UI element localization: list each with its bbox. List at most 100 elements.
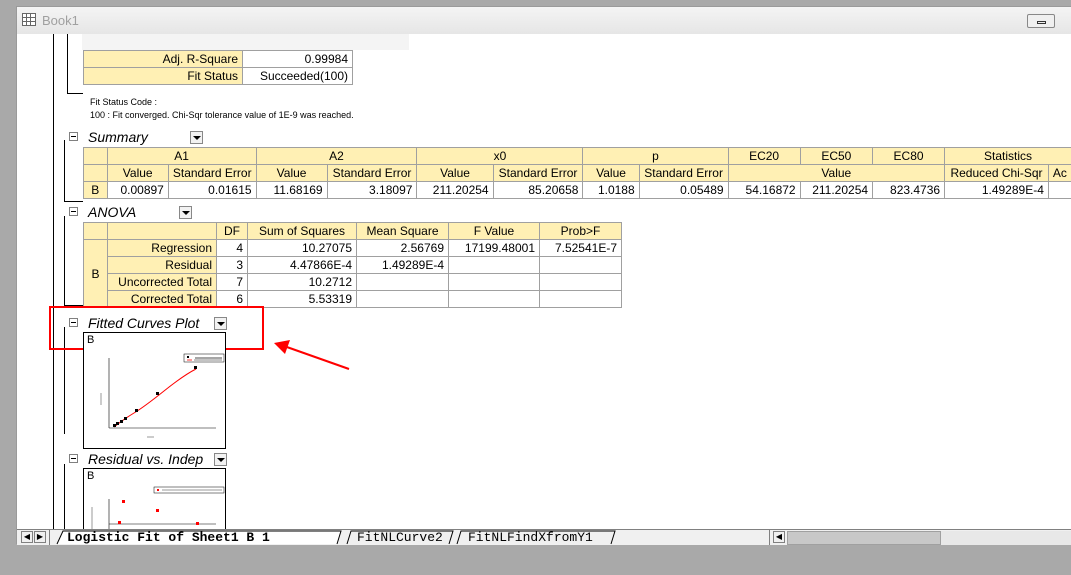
table-cell[interactable]: 0.00897 [106, 181, 169, 199]
fitted-curves-graph[interactable]: B [83, 332, 226, 449]
minimize-icon[interactable] [1027, 14, 1055, 28]
table-cell[interactable]: 10.27075 [247, 239, 357, 257]
table-cell[interactable]: 6 [216, 290, 248, 308]
row-label: B [83, 181, 108, 199]
column-header: Value [255, 164, 328, 182]
column-header: Standard Error [492, 164, 584, 182]
table-cell[interactable]: 5.53319 [247, 290, 357, 308]
table-cell[interactable]: 10.2712 [247, 273, 357, 291]
column-header: Mean Square [356, 222, 449, 240]
workbook-window: Book1 Adj. R-Square 0.99984 Fit Status S… [16, 6, 1071, 545]
sheet-tab-fitnlfindxfromy1[interactable]: FitNLFindXfromY1 [468, 530, 593, 545]
table-cell[interactable]: 823.4736 [872, 181, 946, 199]
sheet-tab-bar: ◀ ▶ Logistic Fit of Sheet1 B 1 FitNLCurv… [17, 529, 1071, 545]
table-row: DF Sum of Squares Mean Square F Value Pr… [83, 222, 622, 240]
table-row: Adj. R-Square 0.99984 [83, 50, 353, 68]
column-header: Sum of Squares [247, 222, 357, 240]
fit-status-title: Fit Status Code : [90, 97, 158, 107]
header-strip [82, 34, 409, 50]
column-header: Prob>F [539, 222, 622, 240]
fit-statistics-table: Adj. R-Square 0.99984 Fit Status Succeed… [83, 50, 353, 85]
table-cell[interactable]: 211.20254 [799, 181, 874, 199]
table-row: Fit Status Succeeded(100) [83, 67, 353, 85]
group-header: EC80 [872, 147, 946, 165]
group-header: A1 [106, 147, 257, 165]
table-cell[interactable]: 1.49289E-4 [944, 181, 1049, 199]
collapse-icon[interactable] [69, 454, 78, 463]
table-cell[interactable] [448, 256, 540, 274]
row-label: Regression [107, 239, 217, 257]
horizontal-scrollbar[interactable] [787, 531, 1071, 545]
stat-label: Adj. R-Square [83, 50, 243, 68]
table-cell[interactable]: 3.18097 [326, 181, 418, 199]
stat-value[interactable]: Succeeded(100) [242, 67, 353, 85]
table-cell[interactable] [356, 290, 449, 308]
column-header: Standard Error [638, 164, 729, 182]
summary-title: Summary [88, 129, 148, 145]
column-header: Standard Error [167, 164, 257, 182]
column-header: F Value [448, 222, 540, 240]
dropdown-icon[interactable] [179, 206, 192, 219]
table-cell[interactable]: 85.20658 [492, 181, 584, 199]
table-cell[interactable]: 54.16872 [727, 181, 801, 199]
spreadsheet-icon [22, 13, 36, 26]
dropdown-icon[interactable] [214, 453, 227, 466]
table-cell[interactable]: 17199.48001 [448, 239, 540, 257]
table-cell[interactable]: 1.49289E-4 [356, 256, 449, 274]
dropdown-icon[interactable] [190, 131, 203, 144]
anova-table: DF Sum of Squares Mean Square F Value Pr… [83, 222, 622, 308]
stat-label: Fit Status [83, 67, 243, 85]
scrollbar-thumb[interactable] [787, 531, 941, 545]
table-row: B Regression 4 10.27075 2.56769 17199.48… [83, 239, 622, 308]
collapse-icon[interactable] [69, 132, 78, 141]
arrow-icon [274, 340, 350, 370]
table-row: B 0.00897 0.01615 11.68169 3.18097 211.2… [83, 181, 1071, 199]
table-row: Uncorrected Total 7 10.2712 [84, 273, 622, 291]
row-label: Uncorrected Total [107, 273, 217, 291]
table-cell[interactable]: 11.68169 [255, 181, 328, 199]
group-header: x0 [416, 147, 584, 165]
stat-value[interactable]: 0.99984 [242, 50, 353, 68]
table-cell[interactable] [448, 290, 540, 308]
table-cell[interactable]: 4 [216, 239, 248, 257]
group-header: EC50 [799, 147, 874, 165]
sheet-tab-fitnlcurve2[interactable]: FitNLCurve2 [357, 530, 443, 545]
window-title: Book1 [42, 13, 79, 28]
title-bar[interactable]: Book1 [17, 7, 1071, 34]
column-header: DF [216, 222, 248, 240]
table-cell[interactable] [539, 290, 622, 308]
table-cell[interactable]: 7.52541E-7 [539, 239, 622, 257]
table-cell[interactable]: 2.56769 [356, 239, 449, 257]
table-cell[interactable] [448, 273, 540, 291]
table-cell[interactable] [539, 256, 622, 274]
sheet-tab-logistic-fit[interactable]: Logistic Fit of Sheet1 B 1 [67, 530, 270, 545]
table-cell[interactable]: 211.20254 [416, 181, 494, 199]
scroll-left-icon[interactable]: ◀ [21, 531, 33, 543]
column-header: Value [416, 164, 494, 182]
residual-title: Residual vs. Indep [88, 451, 204, 467]
column-header: Ac [1047, 164, 1071, 182]
fit-status-message: 100 : Fit converged. Chi-Sqr tolerance v… [90, 110, 354, 120]
group-header: EC20 [727, 147, 801, 165]
table-cell[interactable]: 0.05489 [638, 181, 729, 199]
table-cell[interactable]: 1.0188 [582, 181, 640, 199]
hscroll-left-icon[interactable]: ◀ [773, 531, 785, 543]
row-label: Corrected Total [107, 290, 217, 308]
group-header: Statistics [944, 147, 1071, 165]
column-header: Standard Error [326, 164, 418, 182]
column-header: Reduced Chi-Sqr [944, 164, 1049, 182]
column-header: Value [727, 164, 946, 182]
row-label: Residual [107, 256, 217, 274]
scroll-right-icon[interactable]: ▶ [34, 531, 46, 543]
report-sheet: Adj. R-Square 0.99984 Fit Status Succeed… [22, 34, 1071, 529]
column-header: Value [106, 164, 169, 182]
table-cell[interactable]: 3 [216, 256, 248, 274]
collapse-icon[interactable] [69, 207, 78, 216]
table-cell[interactable]: 0.01615 [167, 181, 257, 199]
table-cell[interactable]: 4.47866E-4 [247, 256, 357, 274]
residual-graph[interactable]: B [83, 468, 226, 529]
table-cell[interactable] [539, 273, 622, 291]
table-cell[interactable]: 7 [216, 273, 248, 291]
table-cell[interactable] [356, 273, 449, 291]
column-header: Value [582, 164, 640, 182]
